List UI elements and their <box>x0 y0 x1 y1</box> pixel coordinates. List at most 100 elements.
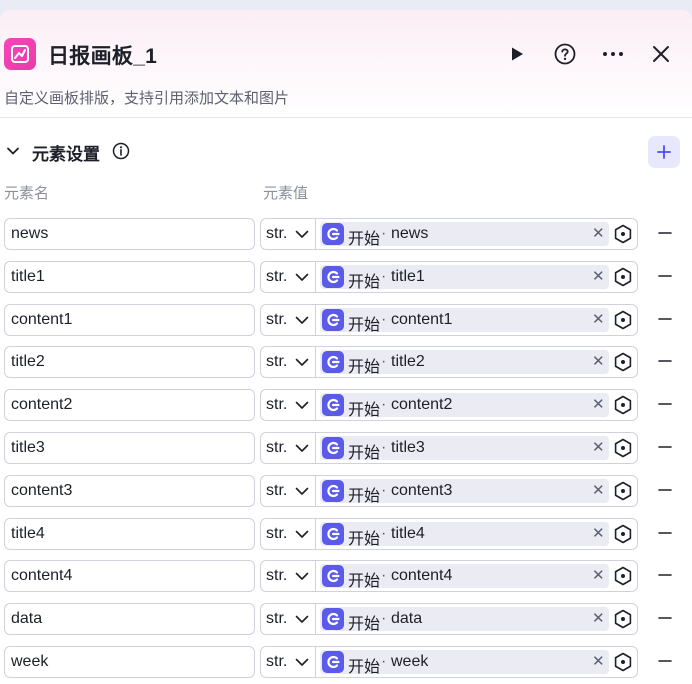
element-name-input[interactable] <box>4 431 255 464</box>
reference-tag[interactable]: 开始 · content3 ✕ <box>320 478 609 505</box>
remove-row-button[interactable] <box>655 394 675 414</box>
reference-tag[interactable]: 开始 · news ✕ <box>320 222 609 248</box>
run-button[interactable] <box>501 38 533 70</box>
reference-field-name: title2 <box>391 353 425 371</box>
type-label: str. <box>266 438 288 456</box>
node-start-icon <box>322 265 344 288</box>
clear-icon[interactable]: ✕ <box>592 352 605 370</box>
clear-icon[interactable]: ✕ <box>592 524 605 542</box>
type-select[interactable]: str. <box>261 219 316 249</box>
variable-picker-icon[interactable] <box>613 652 633 672</box>
element-value-field: str. 开始 · data ✕ <box>260 603 638 636</box>
element-name-input[interactable] <box>4 645 255 678</box>
element-name-input[interactable] <box>4 303 255 336</box>
minus-icon <box>658 317 672 320</box>
add-element-button[interactable] <box>648 136 680 168</box>
remove-row-button[interactable] <box>655 223 675 243</box>
reference-tag[interactable]: 开始 · title3 ✕ <box>320 435 609 462</box>
element-row: str. 开始 · title1 ✕ <box>0 260 692 304</box>
reference-field-name: title1 <box>391 267 425 285</box>
help-circle-icon <box>554 43 576 65</box>
chevron-down-icon <box>295 444 309 452</box>
column-headers: 元素名 元素值 <box>0 180 692 218</box>
element-row: str. 开始 · content3 ✕ <box>0 474 692 518</box>
element-value-field: str. 开始 · week ✕ <box>260 645 638 678</box>
reference-tag[interactable]: 开始 · content4 ✕ <box>320 564 609 590</box>
variable-picker-icon[interactable] <box>613 566 633 586</box>
remove-row-button[interactable] <box>655 309 675 329</box>
remove-row-button[interactable] <box>655 351 675 371</box>
reference-tag[interactable]: 开始 · content2 ✕ <box>320 393 609 419</box>
variable-picker-icon[interactable] <box>613 352 633 372</box>
clear-icon[interactable]: ✕ <box>592 481 605 499</box>
clear-icon[interactable]: ✕ <box>592 395 605 413</box>
minus-icon <box>658 660 672 662</box>
reference-node-name: 开始 <box>348 359 381 377</box>
type-select[interactable]: str. <box>261 347 316 378</box>
variable-picker-icon[interactable] <box>613 395 633 415</box>
chevron-down-icon[interactable] <box>6 144 20 158</box>
clear-icon[interactable]: ✕ <box>592 652 605 670</box>
clear-icon[interactable]: ✕ <box>592 224 605 242</box>
element-row: str. 开始 · week ✕ <box>0 645 692 684</box>
reference-tag[interactable]: 开始 · title2 ✕ <box>320 350 609 377</box>
remove-row-button[interactable] <box>655 608 675 628</box>
element-settings-header: 元素设置 <box>0 118 692 180</box>
element-name-input[interactable] <box>4 389 255 422</box>
variable-picker-icon[interactable] <box>613 438 633 458</box>
type-select[interactable]: str. <box>261 304 316 335</box>
type-select[interactable]: str. <box>261 475 316 506</box>
type-select[interactable]: str. <box>261 261 316 292</box>
type-select[interactable]: str. <box>261 390 316 421</box>
variable-picker-icon[interactable] <box>613 310 633 330</box>
element-name-input[interactable] <box>4 517 255 550</box>
type-label: str. <box>266 610 288 628</box>
reference-tag[interactable]: 开始 · data ✕ <box>320 607 609 633</box>
remove-row-button[interactable] <box>655 266 675 286</box>
variable-picker-icon[interactable] <box>613 267 633 287</box>
element-name-input[interactable] <box>4 218 255 250</box>
reference-tag[interactable]: 开始 · title4 ✕ <box>320 521 609 548</box>
type-select[interactable]: str. <box>261 561 316 592</box>
remove-row-button[interactable] <box>655 523 675 543</box>
type-select[interactable]: str. <box>261 604 316 635</box>
element-value-field: str. 开始 · title4 ✕ <box>260 517 638 550</box>
variable-picker-icon[interactable] <box>613 481 633 501</box>
info-icon[interactable] <box>112 142 130 160</box>
chevron-down-icon <box>295 230 309 238</box>
variable-picker-icon[interactable] <box>613 609 633 629</box>
variable-picker-icon[interactable] <box>613 224 633 244</box>
element-name-input[interactable] <box>4 603 255 636</box>
element-name-input[interactable] <box>4 260 255 293</box>
variable-picker-icon[interactable] <box>613 524 633 544</box>
reference-tag[interactable]: 开始 · content1 ✕ <box>320 307 609 334</box>
element-name-input[interactable] <box>4 560 255 593</box>
element-value-field: str. 开始 · content4 ✕ <box>260 560 638 593</box>
node-start-icon <box>322 436 344 459</box>
type-select[interactable]: str. <box>261 432 316 463</box>
element-name-input[interactable] <box>4 474 255 507</box>
clear-icon[interactable]: ✕ <box>592 310 605 328</box>
remove-row-button[interactable] <box>655 565 675 585</box>
type-label: str. <box>266 567 288 585</box>
reference-node-name: 开始 <box>348 530 381 548</box>
element-value-field: str. 开始 · content3 ✕ <box>260 474 638 507</box>
clear-icon[interactable]: ✕ <box>592 438 605 456</box>
remove-row-button[interactable] <box>655 480 675 500</box>
clear-icon[interactable]: ✕ <box>592 267 605 285</box>
clear-icon[interactable]: ✕ <box>592 566 605 584</box>
remove-row-button[interactable] <box>655 651 675 671</box>
help-button[interactable] <box>549 38 581 70</box>
clear-icon[interactable]: ✕ <box>592 609 605 627</box>
reference-tag[interactable]: 开始 · title1 ✕ <box>320 264 609 291</box>
remove-row-button[interactable] <box>655 437 675 457</box>
reference-field-name: content3 <box>391 481 453 499</box>
reference-field-name: content4 <box>391 567 453 585</box>
more-button[interactable] <box>597 38 629 70</box>
type-select[interactable]: str. <box>261 518 316 549</box>
type-select[interactable]: str. <box>261 646 316 677</box>
type-label: str. <box>266 524 288 542</box>
element-name-input[interactable] <box>4 346 255 379</box>
reference-tag[interactable]: 开始 · week ✕ <box>320 649 609 676</box>
close-button[interactable] <box>645 38 677 70</box>
